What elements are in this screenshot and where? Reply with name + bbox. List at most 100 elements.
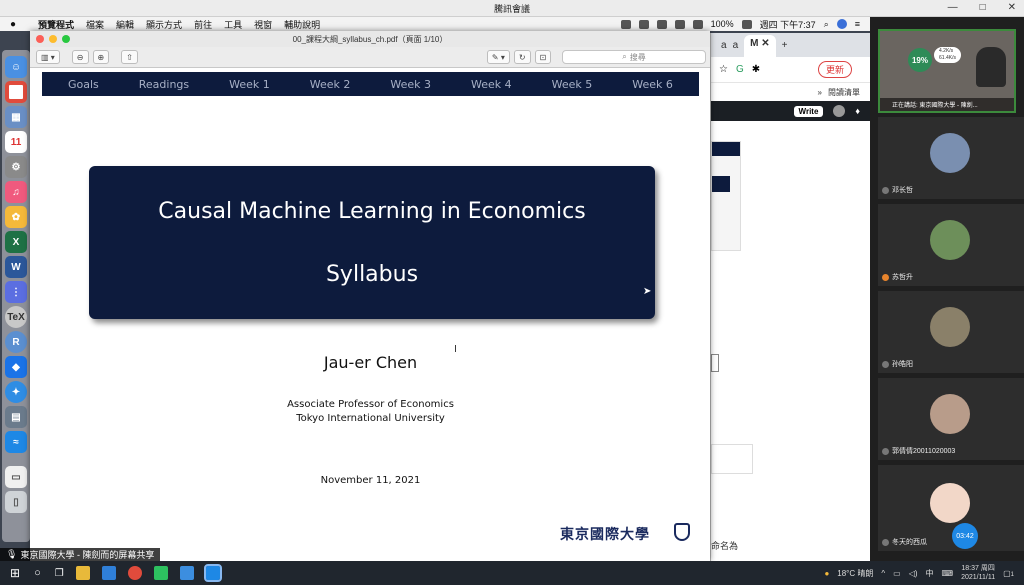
- profile-avatar[interactable]: [833, 105, 846, 117]
- menu-edit[interactable]: 編輯: [116, 18, 134, 31]
- maximize-icon[interactable]: □: [980, 2, 986, 13]
- airplay-icon[interactable]: [674, 19, 685, 29]
- reading-list-button[interactable]: 閱讀清單: [828, 87, 860, 98]
- minimize-icon[interactable]: —: [948, 2, 958, 13]
- nav-week-2[interactable]: Week 2: [310, 78, 351, 91]
- close-icon[interactable]: ✕: [1008, 2, 1016, 13]
- write-button[interactable]: Write: [793, 105, 824, 117]
- network-icon[interactable]: ▭: [893, 569, 901, 578]
- notification-icon[interactable]: ▢1: [1003, 569, 1014, 578]
- extension-icon[interactable]: G: [736, 64, 744, 75]
- excel-icon[interactable]: X: [5, 231, 27, 253]
- zoom-out-icon[interactable]: ⊖: [71, 50, 89, 64]
- search-field[interactable]: ⌕ 搜尋: [562, 50, 706, 64]
- share-icon[interactable]: ⇧: [121, 50, 138, 64]
- input-source-icon[interactable]: [692, 19, 703, 29]
- tray-chevron-icon[interactable]: ^: [881, 569, 885, 578]
- dropbox-icon[interactable]: [620, 19, 631, 29]
- volume-icon[interactable]: ◁): [909, 569, 918, 578]
- notification-center-icon[interactable]: ≡: [855, 19, 860, 29]
- trash-icon[interactable]: ▯: [5, 491, 27, 513]
- nav-goals[interactable]: Goals: [68, 78, 99, 91]
- calendar-icon[interactable]: 11: [5, 131, 27, 153]
- snipping-tool-icon[interactable]: [179, 566, 194, 580]
- sidebar-toggle-icon[interactable]: ▥ ▾: [36, 50, 60, 64]
- new-tab-icon[interactable]: +: [782, 40, 788, 51]
- taskbar-clock[interactable]: 18:37 周四 2021/11/11: [961, 564, 995, 582]
- participant-tile[interactable]: 苏哲升: [878, 204, 1024, 286]
- avatar: [930, 307, 970, 347]
- bookmark-star-icon[interactable]: ☆: [719, 64, 728, 75]
- rotate-icon[interactable]: ↻: [513, 50, 531, 64]
- chevron-right-icon[interactable]: »: [818, 88, 822, 97]
- menu-tools[interactable]: 工具: [224, 18, 242, 31]
- menu-app-name[interactable]: 預覽程式: [38, 18, 74, 31]
- battery-icon[interactable]: [741, 19, 752, 29]
- nav-week-5[interactable]: Week 5: [552, 78, 593, 91]
- task-view-icon[interactable]: ❐: [55, 568, 64, 579]
- weather-icon[interactable]: ●: [824, 569, 829, 578]
- amazon-tab-icon[interactable]: a: [721, 40, 727, 51]
- update-button[interactable]: 更新: [817, 61, 852, 78]
- puzzle-icon[interactable]: ✱: [752, 64, 760, 75]
- windows-start-icon[interactable]: ⊞: [10, 566, 20, 580]
- wechat-icon[interactable]: [638, 19, 649, 29]
- siri-icon[interactable]: [836, 19, 847, 29]
- meeting-timer: 03:42: [952, 523, 978, 549]
- safari-icon[interactable]: ✦: [5, 381, 27, 403]
- chrome-active-tab[interactable]: M ✕: [744, 35, 776, 57]
- word-icon[interactable]: W: [5, 256, 27, 278]
- slide-title-box: Causal Machine Learning in Economics Syl…: [89, 166, 655, 319]
- keyboard-icon[interactable]: ⌨: [942, 569, 954, 578]
- toolbox-icon[interactable]: ⊡: [534, 50, 552, 64]
- menu-go[interactable]: 前往: [194, 18, 212, 31]
- menubar-clock[interactable]: 週四 下午7:37: [760, 18, 816, 31]
- finder-icon[interactable]: ☺: [5, 56, 27, 78]
- tencent-meeting-taskbar-icon[interactable]: [203, 564, 222, 582]
- music-icon[interactable]: ♫: [5, 181, 27, 203]
- menubar-status: 100% 週四 下午7:37 ⌕ ≡: [620, 18, 870, 31]
- text-area[interactable]: [711, 444, 753, 474]
- menu-view[interactable]: 顯示方式: [146, 18, 182, 31]
- participant-tile[interactable]: 孙皓阳: [878, 291, 1024, 373]
- chrome-icon[interactable]: [5, 81, 27, 103]
- cloud-icon[interactable]: [656, 19, 667, 29]
- participant-tile[interactable]: 冬天的西瓜: [878, 465, 1024, 551]
- apple-icon[interactable]: ●: [10, 19, 24, 30]
- wechat-taskbar-icon[interactable]: [153, 566, 168, 580]
- photos-icon[interactable]: ✿: [5, 206, 27, 228]
- tencent-meeting-icon[interactable]: ≈: [5, 431, 27, 453]
- ime-indicator[interactable]: 中: [926, 568, 934, 579]
- participant-tile[interactable]: 郭倩倩20011020003: [878, 378, 1024, 460]
- taskbar-date: 2021/11/11: [961, 574, 996, 581]
- weather-text[interactable]: 18°C 晴朗: [837, 568, 873, 579]
- mail-icon[interactable]: [101, 566, 116, 580]
- document-icon[interactable]: ▭: [5, 466, 27, 488]
- screenshot-icon[interactable]: ▤: [5, 406, 27, 428]
- launchpad-icon[interactable]: ⋮: [5, 281, 27, 303]
- menu-window[interactable]: 視窗: [254, 18, 272, 31]
- input-box[interactable]: [711, 354, 719, 372]
- preview-icon[interactable]: ▦: [5, 106, 27, 128]
- participant-tile[interactable]: 邓长哲: [878, 117, 1024, 199]
- nav-week-1[interactable]: Week 1: [229, 78, 270, 91]
- amazon-tab-icon-2[interactable]: a: [733, 40, 739, 51]
- menu-file[interactable]: 檔案: [86, 18, 104, 31]
- tex-icon[interactable]: TeX: [5, 306, 27, 328]
- search-taskbar-icon[interactable]: ○: [34, 567, 41, 579]
- bell-icon[interactable]: ♦: [855, 106, 860, 116]
- r-icon[interactable]: R: [5, 331, 27, 353]
- dropbox-dock-icon[interactable]: ◆: [5, 356, 27, 378]
- active-speaker-tile[interactable]: 19% 4.2K/s 61.4K/s 正在講話: 東京國際大學 - 陳劍...: [878, 29, 1016, 113]
- nav-readings[interactable]: Readings: [139, 78, 189, 91]
- zoom-in-icon[interactable]: ⊕: [92, 50, 110, 64]
- file-explorer-icon[interactable]: [75, 566, 90, 580]
- system-preferences-icon[interactable]: ⚙: [5, 156, 27, 178]
- nav-week-3[interactable]: Week 3: [390, 78, 431, 91]
- chrome-taskbar-icon[interactable]: [127, 566, 142, 580]
- spotlight-icon[interactable]: ⌕: [824, 19, 829, 30]
- nav-week-4[interactable]: Week 4: [471, 78, 512, 91]
- markup-pen-icon[interactable]: ✎ ▾: [486, 50, 510, 64]
- nav-week-6[interactable]: Week 6: [632, 78, 673, 91]
- menu-help[interactable]: 輔助說明: [284, 18, 320, 31]
